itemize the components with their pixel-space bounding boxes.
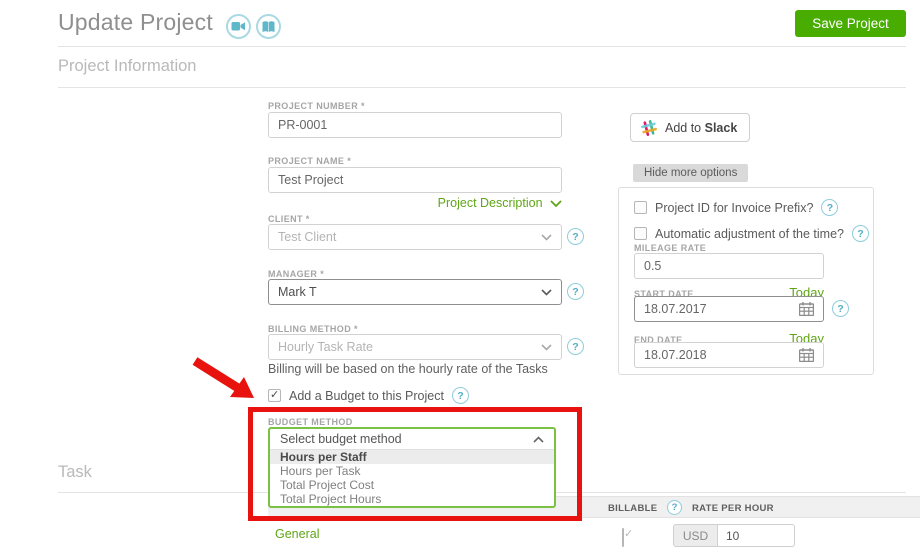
start-date-input[interactable]: 18.07.2017: [634, 296, 824, 322]
project-name-input[interactable]: Test Project: [268, 167, 562, 193]
video-camera-icon: [231, 22, 245, 31]
client-label: CLIENT *: [268, 214, 310, 224]
save-project-button[interactable]: Save Project: [795, 10, 906, 37]
calendar-icon[interactable]: [799, 348, 814, 362]
auto-adjust-row: Automatic adjustment of the time?: [634, 225, 869, 242]
rate-input-group: USD 10: [673, 524, 795, 547]
hide-more-options-button[interactable]: Hide more options: [633, 164, 749, 182]
section-divider: [58, 87, 906, 88]
budget-method-label: BUDGET METHOD: [268, 417, 353, 427]
manager-label: MANAGER *: [268, 269, 325, 279]
task-name-link[interactable]: General: [275, 527, 319, 541]
add-to-slack-button[interactable]: Add to Slack: [630, 113, 751, 142]
invoice-prefix-label: Project ID for Invoice Prefix?: [655, 200, 814, 215]
slack-brand: Slack: [704, 120, 738, 135]
rate-per-hour-header: RATE PER HOUR: [692, 503, 774, 514]
chevron-down-icon: [550, 200, 562, 208]
budget-option-total-project-cost[interactable]: Total Project Cost: [270, 478, 554, 492]
add-budget-help-icon[interactable]: [451, 387, 469, 404]
rate-input[interactable]: 10: [718, 524, 795, 547]
calendar-icon[interactable]: [799, 302, 814, 316]
video-tutorial-icon[interactable]: [226, 14, 251, 39]
guide-icon[interactable]: [256, 14, 281, 39]
header-divider: [58, 46, 906, 47]
budget-method-placeholder: Select budget method: [280, 432, 402, 446]
project-number-input[interactable]: PR-0001: [268, 112, 562, 138]
page-title: Update Project: [58, 9, 213, 35]
invoice-prefix-checkbox[interactable]: [634, 201, 647, 214]
start-date-help-icon[interactable]: [832, 300, 849, 317]
project-name-value: Test Project: [278, 173, 344, 187]
add-budget-checkbox[interactable]: [268, 388, 281, 402]
more-options-panel: Project ID for Invoice Prefix? Automatic…: [618, 187, 874, 375]
billing-method-label: BILLING METHOD *: [268, 324, 358, 334]
billing-method-help-icon[interactable]: [567, 338, 584, 355]
mileage-rate-value: 0.5: [644, 259, 662, 273]
billing-method-value: Hourly Task Rate: [278, 340, 373, 354]
section-title-task: Task: [58, 463, 92, 481]
chevron-down-icon: [541, 288, 552, 296]
auto-adjust-label: Automatic adjustment of the time?: [655, 226, 844, 241]
project-description-toggle[interactable]: Project Description: [268, 194, 562, 212]
auto-adjust-checkbox[interactable]: [634, 227, 647, 240]
project-number-value: PR-0001: [278, 118, 328, 132]
chevron-down-icon: [541, 233, 552, 241]
slack-prefix: Add to: [665, 120, 702, 135]
project-number-label: PROJECT NUMBER *: [268, 101, 365, 111]
billable-help-icon[interactable]: [667, 500, 682, 515]
manager-select[interactable]: Mark T: [268, 279, 562, 305]
start-date-value: 18.07.2017: [644, 302, 707, 316]
invoice-prefix-row: Project ID for Invoice Prefix?: [634, 199, 839, 216]
budget-option-hours-per-staff[interactable]: Hours per Staff: [270, 450, 554, 464]
add-budget-label: Add a Budget to this Project: [289, 388, 444, 403]
mileage-rate-input[interactable]: 0.5: [634, 253, 824, 279]
currency-prefix: USD: [673, 524, 718, 547]
manager-help-icon[interactable]: [567, 283, 584, 300]
slack-button-text: Add to Slack: [665, 121, 737, 135]
mileage-rate-label: MILEAGE RATE: [634, 243, 707, 253]
chevron-up-icon: [533, 435, 544, 443]
budget-option-total-project-hours[interactable]: Total Project Hours: [270, 492, 554, 506]
budget-option-hours-per-task[interactable]: Hours per Task: [270, 464, 554, 478]
billing-method-select[interactable]: Hourly Task Rate: [268, 334, 562, 360]
task-billable-checkbox[interactable]: [622, 528, 624, 547]
project-name-label: PROJECT NAME *: [268, 156, 352, 166]
end-date-input[interactable]: 18.07.2018: [634, 342, 824, 368]
client-select[interactable]: Test Client: [268, 224, 562, 250]
client-help-icon[interactable]: [567, 228, 584, 245]
add-budget-row: Add a Budget to this Project: [268, 387, 469, 404]
annotation-arrow: [192, 357, 254, 398]
client-value: Test Client: [278, 230, 337, 244]
budget-method-dropdown: Select budget method Hours per Staff Hou…: [268, 427, 556, 508]
chevron-down-icon: [541, 343, 552, 351]
auto-adjust-help-icon[interactable]: [851, 225, 869, 242]
project-description-link[interactable]: Project Description: [438, 196, 543, 210]
billing-method-note: Billing will be based on the hourly rate…: [268, 362, 548, 376]
end-date-value: 18.07.2018: [644, 348, 707, 362]
billable-header: BILLABLE: [608, 503, 658, 514]
update-project-page: Update Project Save Project Project Info…: [0, 0, 920, 551]
open-book-icon: [262, 20, 275, 32]
section-title-project-information: Project Information: [58, 57, 197, 75]
budget-method-select[interactable]: Select budget method: [270, 429, 554, 450]
invoice-prefix-help-icon[interactable]: [821, 199, 839, 216]
manager-value: Mark T: [278, 285, 317, 299]
slack-icon: [641, 119, 657, 136]
